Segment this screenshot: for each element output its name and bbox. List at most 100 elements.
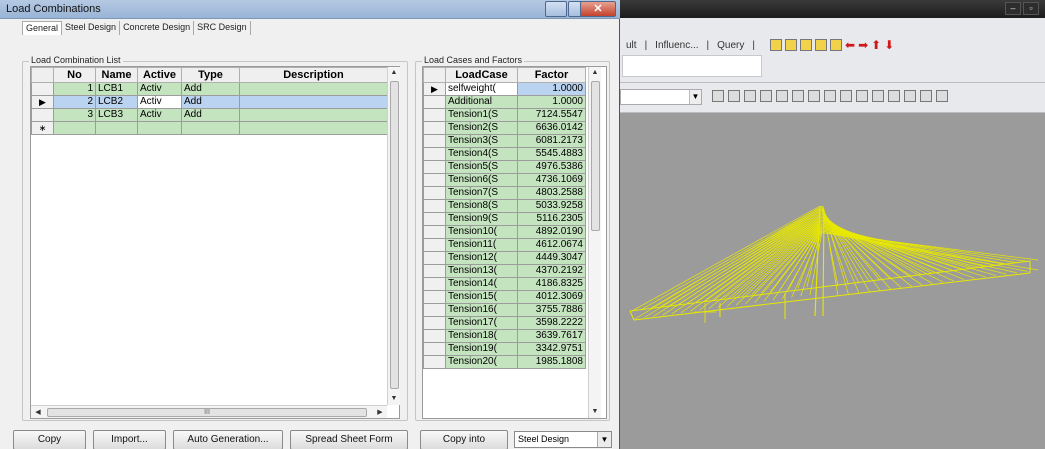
cell-factor[interactable]: 3342.9751 <box>517 342 586 356</box>
load-case-row[interactable]: Tension14(4186.8325 <box>423 277 586 291</box>
row-indicator[interactable] <box>423 147 446 161</box>
copy-button[interactable]: Copy <box>13 430 86 449</box>
load-case-row[interactable]: Tension4(S 5545.4883 <box>423 147 586 161</box>
arrow-left-icon[interactable]: ⬅ <box>845 39 855 51</box>
load-cases-vertical-scrollbar[interactable]: ▲ ▼ <box>588 67 601 418</box>
load-case-row[interactable]: Tension19(3342.9751 <box>423 342 586 356</box>
ribbon-tab-influence[interactable]: Influenc... <box>653 40 700 51</box>
view-top-icon[interactable] <box>824 90 836 102</box>
cell-factor[interactable]: 4012.3069 <box>517 290 586 304</box>
cell-factor[interactable]: 6636.0142 <box>517 121 586 135</box>
scroll-down-icon[interactable]: ▼ <box>589 406 601 418</box>
header-no[interactable]: No <box>53 67 96 83</box>
cell-type[interactable]: Add <box>181 108 240 122</box>
cell-factor[interactable]: 4736.1069 <box>517 173 586 187</box>
row-indicator[interactable] <box>423 355 446 369</box>
cell-factor[interactable]: 3755.7886 <box>517 303 586 317</box>
app-restore-button[interactable]: ▫ <box>1023 2 1039 15</box>
header-loadcase[interactable]: LoadCase <box>445 67 518 83</box>
pan-icon[interactable] <box>760 90 772 102</box>
header-active[interactable]: Active <box>137 67 182 83</box>
cell-factor[interactable]: 4976.5386 <box>517 160 586 174</box>
cell-loadcase[interactable]: Tension16( <box>445 303 518 317</box>
combination-horizontal-scrollbar[interactable]: ◀ III ▶ <box>31 405 387 418</box>
cell-name[interactable]: LCB2 <box>95 95 138 109</box>
cell-name[interactable] <box>95 121 138 135</box>
load-case-row[interactable]: Tension12(4449.3047 <box>423 251 586 265</box>
auto-generation-button[interactable]: Auto Generation... <box>173 430 283 449</box>
load-case-row[interactable]: Tension16(3755.7886 <box>423 303 586 317</box>
combination-row[interactable]: 1 LCB1 Activ Add <box>31 82 388 96</box>
move-icon[interactable] <box>776 90 788 102</box>
zoom-window-icon[interactable] <box>770 39 782 51</box>
cell-factor[interactable]: 1.0000 <box>517 95 586 109</box>
cell-factor[interactable]: 3598.2222 <box>517 316 586 330</box>
cell-factor[interactable]: 5116.2305 <box>517 212 586 226</box>
cell-loadcase[interactable]: Tension11( <box>445 238 518 252</box>
cell-description[interactable] <box>239 95 388 109</box>
design-type-select[interactable]: Steel Design ▼ <box>514 431 612 448</box>
cell-factor[interactable]: 1.0000 <box>517 82 586 96</box>
cell-loadcase[interactable]: Tension3(S <box>445 134 518 148</box>
select-icon[interactable] <box>712 90 724 102</box>
header-type[interactable]: Type <box>181 67 240 83</box>
view-axis-z-icon[interactable] <box>936 90 948 102</box>
load-case-row[interactable]: Tension8(S 5033.9258 <box>423 199 586 213</box>
zoom-out-icon[interactable] <box>815 39 827 51</box>
ribbon-tab-query[interactable]: Query <box>715 40 746 51</box>
load-case-row[interactable]: Tension9(S 5116.2305 <box>423 212 586 226</box>
ribbon-tab-result[interactable]: ult <box>624 40 639 51</box>
cell-loadcase[interactable]: Tension9(S <box>445 212 518 226</box>
tab-general[interactable]: General <box>22 21 63 35</box>
cell-factor[interactable]: 4803.2588 <box>517 186 586 200</box>
scroll-up-icon[interactable]: ▲ <box>589 67 601 79</box>
row-indicator[interactable] <box>423 303 446 317</box>
cell-factor[interactable]: 6081.2173 <box>517 134 586 148</box>
cell-no[interactable]: 1 <box>53 82 96 96</box>
cell-loadcase[interactable]: Tension6(S <box>445 173 518 187</box>
load-case-row[interactable]: Tension15(4012.3069 <box>423 290 586 304</box>
cell-loadcase[interactable]: Tension14( <box>445 277 518 291</box>
header-description[interactable]: Description <box>239 67 388 83</box>
cell-factor[interactable]: 4186.8325 <box>517 277 586 291</box>
row-indicator[interactable] <box>423 264 446 278</box>
tab-concrete-design[interactable]: Concrete Design <box>120 21 195 35</box>
cell-loadcase[interactable]: Tension19( <box>445 342 518 356</box>
row-indicator[interactable] <box>423 160 446 174</box>
cell-type[interactable]: Add <box>181 82 240 96</box>
import-button[interactable]: Import... <box>93 430 166 449</box>
view-axis-y-icon[interactable] <box>920 90 932 102</box>
scroll-up-icon[interactable]: ▲ <box>388 67 400 79</box>
combination-row[interactable]: 3 LCB3 Activ Add <box>31 108 388 122</box>
load-case-row[interactable]: Tension11(4612.0674 <box>423 238 586 252</box>
zoom-dynamic-icon[interactable] <box>785 39 797 51</box>
cell-factor[interactable]: 4612.0674 <box>517 238 586 252</box>
cell-factor[interactable]: 5033.9258 <box>517 199 586 213</box>
cell-loadcase[interactable]: Tension2(S <box>445 121 518 135</box>
cell-loadcase[interactable]: Tension17( <box>445 316 518 330</box>
zoom-fit-icon[interactable] <box>830 39 842 51</box>
header-name[interactable]: Name <box>95 67 138 83</box>
cell-active[interactable]: Activ <box>137 82 182 96</box>
cell-loadcase[interactable]: Tension20( <box>445 355 518 369</box>
new-row-indicator[interactable]: ∗ <box>31 121 54 135</box>
load-case-row[interactable]: ▶ selfweight(1.0000 <box>423 82 586 96</box>
cell-type[interactable]: Add <box>181 95 240 109</box>
load-case-row[interactable]: Tension7(S 4803.2588 <box>423 186 586 200</box>
combination-vertical-scrollbar[interactable]: ▲ ▼ <box>387 67 400 405</box>
row-indicator[interactable]: ▶ <box>423 82 446 96</box>
row-indicator[interactable] <box>423 225 446 239</box>
view-axis-x-icon[interactable] <box>904 90 916 102</box>
row-indicator[interactable] <box>423 251 446 265</box>
view-iso-icon[interactable] <box>872 90 884 102</box>
row-indicator[interactable] <box>423 329 446 343</box>
cell-no[interactable]: 2 <box>53 95 96 109</box>
row-indicator[interactable] <box>423 316 446 330</box>
cell-factor[interactable]: 1985.1808 <box>517 355 586 369</box>
row-indicator[interactable] <box>423 199 446 213</box>
view-front-icon[interactable] <box>840 90 852 102</box>
cell-loadcase[interactable]: Tension18( <box>445 329 518 343</box>
cell-loadcase[interactable]: Tension10( <box>445 225 518 239</box>
view-side-icon[interactable] <box>856 90 868 102</box>
cell-factor[interactable]: 4370.2192 <box>517 264 586 278</box>
